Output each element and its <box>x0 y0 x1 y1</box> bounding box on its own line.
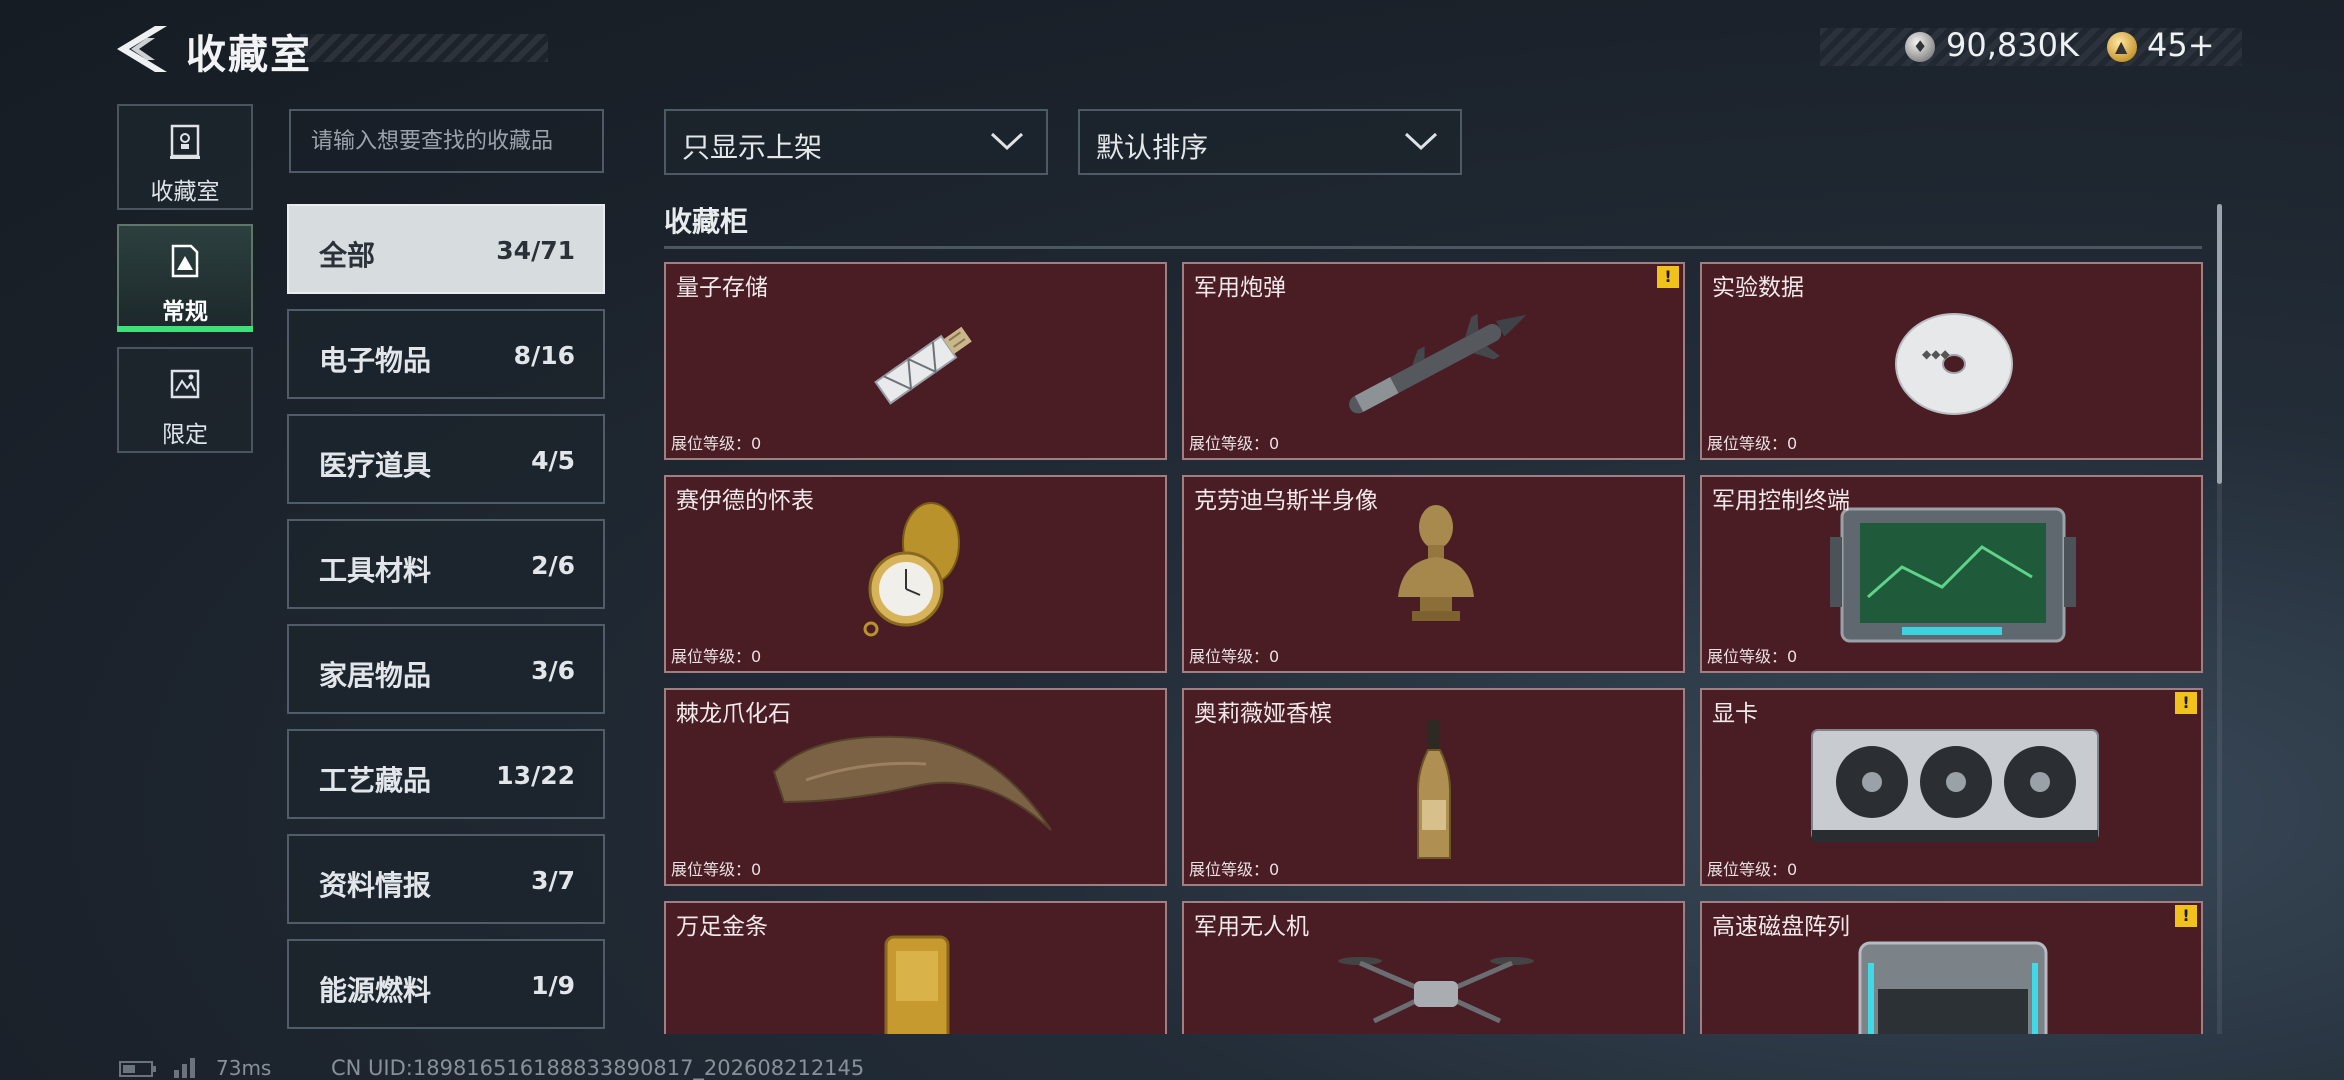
collection-card[interactable]: 万足金条 <box>664 901 1167 1034</box>
dropdown-value: 默认排序 <box>1096 131 1209 164</box>
chevron-down-icon <box>990 132 1024 151</box>
gem-balance[interactable]: 45+ <box>2147 26 2215 64</box>
category-medical[interactable]: 医疗道具 4/5 <box>287 414 605 504</box>
item-name: 克劳迪乌斯半身像 <box>1194 488 1378 514</box>
category-intel[interactable]: 资料情报 3/7 <box>287 834 605 924</box>
category-energy[interactable]: 能源燃料 1/9 <box>287 939 605 1029</box>
battery-icon <box>119 1061 156 1077</box>
category-name: 家居物品 <box>319 659 432 692</box>
tab-collection-room[interactable]: 收藏室 <box>117 104 253 210</box>
sort-dropdown[interactable]: 默认排序 <box>1078 109 1462 175</box>
item-name: 高速磁盘阵列 <box>1712 914 1850 940</box>
warning-icon: ! <box>1657 266 1679 288</box>
category-household[interactable]: 家居物品 3/6 <box>287 624 605 714</box>
item-name: 奥莉薇娅香槟 <box>1194 701 1332 727</box>
item-level: 展位等级：0 <box>1707 860 1798 879</box>
tab-limited[interactable]: 限定 <box>117 347 253 453</box>
category-all[interactable]: 全部 34/71 <box>287 204 605 294</box>
item-level: 展位等级：0 <box>1189 860 1280 879</box>
item-name: 棘龙爪化石 <box>676 701 791 727</box>
category-count: 2/6 <box>531 551 575 580</box>
money-coin-icon: ♦ <box>1905 32 1935 62</box>
collection-card[interactable]: 赛伊德的怀表 展位等级：0 <box>664 475 1167 673</box>
cabinet-icon <box>169 124 201 160</box>
warning-icon: ! <box>2175 905 2197 927</box>
category-count: 3/6 <box>531 656 575 685</box>
item-name: 万足金条 <box>676 914 768 940</box>
category-name: 全部 <box>319 239 376 272</box>
back-arrow-icon[interactable] <box>115 26 167 72</box>
category-name: 资料情报 <box>319 869 432 902</box>
collection-card[interactable]: 量子存储 展位等级：0 <box>664 262 1167 460</box>
signal-icon <box>174 1058 195 1078</box>
page-title: 收藏室 <box>186 32 312 78</box>
ping-text: 73ms <box>216 1056 272 1080</box>
category-name: 工艺藏品 <box>319 764 432 797</box>
chevron-down-icon <box>1404 132 1438 151</box>
item-name: 赛伊德的怀表 <box>676 488 814 514</box>
tab-label: 常规 <box>162 299 208 325</box>
limited-collection-icon <box>169 367 201 403</box>
dropdown-value: 只显示上架 <box>682 131 823 164</box>
display-filter-dropdown[interactable]: 只显示上架 <box>664 109 1048 175</box>
item-level: 展位等级：0 <box>671 434 762 453</box>
category-name: 能源燃料 <box>319 974 432 1007</box>
item-name: 军用炮弹 <box>1194 275 1286 301</box>
item-level: 展位等级：0 <box>1707 434 1798 453</box>
category-count: 8/16 <box>513 341 575 370</box>
uid-text: CN UID:18981651618883389081​7_2026082121… <box>331 1056 865 1080</box>
item-name: 实验数据 <box>1712 275 1804 301</box>
item-level: 展位等级：0 <box>1189 647 1280 666</box>
item-level: 展位等级：0 <box>671 647 762 666</box>
item-name: 显卡 <box>1712 701 1758 727</box>
tab-label: 限定 <box>162 422 208 448</box>
gem-coin-icon: ▲ <box>2107 32 2137 62</box>
category-name: 电子物品 <box>319 344 432 377</box>
collection-card[interactable]: 奥莉薇娅香槟 展位等级：0 <box>1182 688 1685 886</box>
collection-card[interactable]: 显卡 ! 展位等级：0 <box>1700 688 2203 886</box>
category-name: 工具材料 <box>319 554 432 587</box>
collection-card[interactable]: 棘龙爪化石 展位等级：0 <box>664 688 1167 886</box>
collection-card[interactable]: 军用无人机 <box>1182 901 1685 1034</box>
category-electronics[interactable]: 电子物品 8/16 <box>287 309 605 399</box>
category-crafts[interactable]: 工艺藏品 13/22 <box>287 729 605 819</box>
item-name: 军用无人机 <box>1194 914 1309 940</box>
category-count: 34/71 <box>496 236 575 265</box>
collection-card[interactable]: ◆◆◆ 实验数据 展位等级：0 <box>1700 262 2203 460</box>
item-name: 军用控制终端 <box>1712 488 1850 514</box>
warning-icon: ! <box>2175 692 2197 714</box>
category-count: 13/22 <box>496 761 575 790</box>
item-level: 展位等级：0 <box>1189 434 1280 453</box>
collection-grid: 量子存储 展位等级：0 军用炮弹 ! 展位等级：0 ◆◆◆ 实验数据 展位等级：… <box>664 262 2204 1034</box>
title-decoration <box>300 34 548 62</box>
tab-regular[interactable]: 常规 <box>117 224 253 330</box>
category-count: 4/5 <box>531 446 575 475</box>
category-tools[interactable]: 工具材料 2/6 <box>287 519 605 609</box>
tab-label: 收藏室 <box>150 179 220 205</box>
category-name: 医疗道具 <box>319 449 432 482</box>
section-title: 收藏柜 <box>664 205 749 238</box>
collection-card[interactable]: 克劳迪乌斯半身像 展位等级：0 <box>1182 475 1685 673</box>
item-level: 展位等级：0 <box>671 860 762 879</box>
svg-text:◆◆◆: ◆◆◆ <box>1922 347 1950 361</box>
scrollbar[interactable] <box>2217 204 2222 484</box>
category-count: 3/7 <box>531 866 575 895</box>
money-balance: 90,830K <box>1946 26 2079 64</box>
collection-card[interactable]: 高速磁盘阵列 ! <box>1700 901 2203 1034</box>
item-level: 展位等级：0 <box>1707 647 1798 666</box>
collection-card[interactable]: 军用控制终端 展位等级：0 <box>1700 475 2203 673</box>
collection-card[interactable]: 军用炮弹 ! 展位等级：0 <box>1182 262 1685 460</box>
category-count: 1/9 <box>531 971 575 1000</box>
section-divider <box>664 246 2202 249</box>
regular-collection-icon <box>169 244 201 280</box>
selected-tab-indicator <box>117 326 253 332</box>
item-name: 量子存储 <box>676 275 768 301</box>
search-input[interactable] <box>289 109 604 173</box>
